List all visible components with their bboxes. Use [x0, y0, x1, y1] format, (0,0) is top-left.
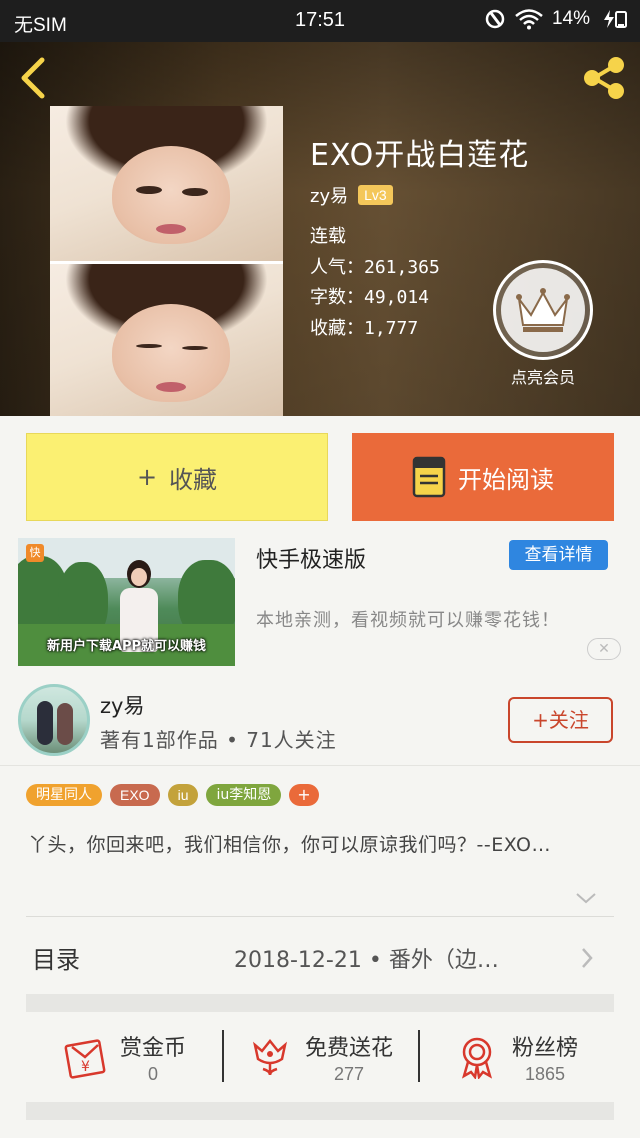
tag[interactable]: EXO [110, 784, 160, 806]
stat-value: 277 [333, 1063, 365, 1084]
book-info: 连载 人气：261,365 字数：49,014 收藏：1,777 [310, 222, 440, 344]
section-gap [26, 994, 614, 1012]
popularity: 人气：261,365 [310, 256, 440, 278]
favorite-label: 收藏 [169, 465, 218, 494]
add-tag-button[interactable]: + [289, 784, 319, 806]
tag[interactable]: 明星同人 [26, 784, 102, 806]
divider [26, 916, 614, 917]
tag[interactable]: iu [167, 784, 199, 806]
ad-banner[interactable]: 快 新用户下载APP就可以赚钱 快手极速版 查看详情 本地亲测，看视频就可以赚零… [0, 530, 640, 670]
battery-charging-icon [604, 10, 627, 28]
status-icons: 14% [484, 8, 628, 30]
status-bar: 无SIM 17:51 14% [0, 0, 640, 42]
ad-thumbnail[interactable]: 快 新用户下载APP就可以赚钱 [18, 538, 235, 666]
send-flowers[interactable]: 免费送花 277 [222, 1014, 418, 1100]
fan-ranking[interactable]: 粉丝榜 1865 [418, 1014, 614, 1100]
view-details-button[interactable]: 查看详情 [509, 540, 608, 570]
reward-coins[interactable]: ¥ 赏金币 0 [26, 1014, 222, 1100]
avatar[interactable] [18, 684, 90, 756]
stat-label: 免费送花 [304, 1035, 393, 1061]
start-reading-button[interactable]: 开始阅读 [352, 433, 614, 521]
cover-image-bottom [50, 264, 283, 416]
synopsis: 丫头，你回来吧，我们相信你，你可以原谅我们吗？--EXO… [28, 834, 551, 856]
crown-icon [516, 288, 570, 332]
vip-label: 点亮会员 [510, 368, 575, 387]
author-card-stats: 著有1部作品 • 71人关注 [100, 728, 337, 752]
vip-button[interactable]: 点亮会员 [493, 260, 593, 387]
section-gap [26, 1102, 614, 1120]
stat-label: 粉丝榜 [511, 1035, 578, 1061]
tag-list: 明星同人 EXO iu iu李知恩 + [26, 784, 319, 806]
author-card-name: zy易 [100, 694, 145, 718]
favorite-button[interactable]: + 收藏 [26, 433, 328, 521]
back-arrow-icon[interactable] [14, 56, 54, 100]
serial-status: 连载 [310, 226, 346, 247]
flower-icon [252, 1038, 287, 1076]
follow-button[interactable]: +关注 [508, 697, 613, 743]
word-count: 字数：49,014 [310, 287, 430, 308]
svg-text:¥: ¥ [81, 1059, 90, 1075]
level-badge: Lv3 [358, 185, 393, 205]
author-name[interactable]: zy易 [310, 182, 348, 208]
close-ad-icon[interactable]: ✕ [587, 638, 621, 660]
book-title: EXO开战白莲花 [310, 138, 530, 173]
book-icon [412, 456, 446, 498]
alarm-icon [485, 9, 505, 29]
toc-label: 目录 [32, 946, 80, 974]
red-envelope-icon: ¥ [64, 1039, 106, 1079]
chevron-right-icon [582, 948, 593, 968]
author-card[interactable]: zy易 著有1部作品 • 71人关注 +关注 [0, 680, 640, 766]
book-cover[interactable] [50, 106, 283, 416]
app-logo-icon: 快 [26, 544, 44, 562]
plus-icon: + [136, 463, 158, 491]
battery-percent: 14% [551, 8, 590, 29]
tag[interactable]: iu李知恩 [206, 784, 282, 806]
favorites-count: 收藏：1,777 [310, 317, 419, 339]
stats-bar: ¥ 赏金币 0 免费送花 277 粉丝榜 1865 [26, 1014, 614, 1100]
read-label: 开始阅读 [458, 465, 554, 494]
medal-icon [461, 1037, 493, 1079]
book-header: EXO开战白莲花 zy易 Lv3 连载 人气：261,365 字数：49,014… [0, 42, 640, 416]
latest-chapter: 2018-12-21 • 番外（边… [234, 948, 499, 973]
cover-image-top [50, 106, 283, 261]
stat-value: 0 [147, 1063, 158, 1084]
stat-label: 赏金币 [119, 1035, 186, 1061]
chevron-down-icon[interactable] [574, 890, 598, 906]
table-of-contents-row[interactable]: 目录 2018-12-21 • 番外（边… [0, 920, 640, 992]
author-row[interactable]: zy易 Lv3 [310, 182, 393, 208]
ad-app-name: 快手极速版 [256, 548, 367, 573]
ad-description: 本地亲测，看视频就可以赚零花钱！ [256, 610, 560, 631]
wifi-icon [515, 9, 543, 30]
share-icon[interactable] [580, 54, 630, 102]
ad-caption: 新用户下载APP就可以赚钱 [46, 639, 207, 654]
stat-value: 1865 [524, 1063, 566, 1084]
